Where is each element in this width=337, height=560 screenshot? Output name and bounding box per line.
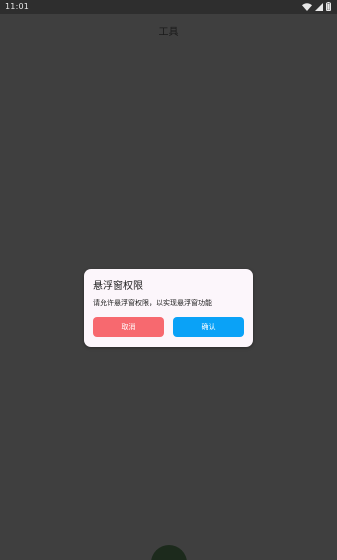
permission-dialog: 悬浮窗权限 请允许悬浮窗权限，以实现悬浮窗功能 取消 确认 [84,269,253,347]
dialog-title: 悬浮窗权限 [93,281,143,292]
confirm-button[interactable]: 确认 [173,317,244,337]
status-time: 11:01 [5,2,30,11]
signal-icon [315,2,323,11]
page-title: 工具 [158,27,179,38]
status-bar: 11:01 [0,0,337,14]
dialog-message: 请允许悬浮窗权限，以实现悬浮窗功能 [93,299,212,307]
status-icons [302,2,331,11]
wifi-icon [302,2,312,11]
cancel-button[interactable]: 取消 [93,317,164,337]
floating-action-button[interactable] [151,545,187,560]
battery-icon [326,2,331,11]
app-screen: 11:01 工具 悬浮窗权限 请允许悬浮窗权限，以实现悬浮窗功能 取消 确认 [0,0,337,560]
